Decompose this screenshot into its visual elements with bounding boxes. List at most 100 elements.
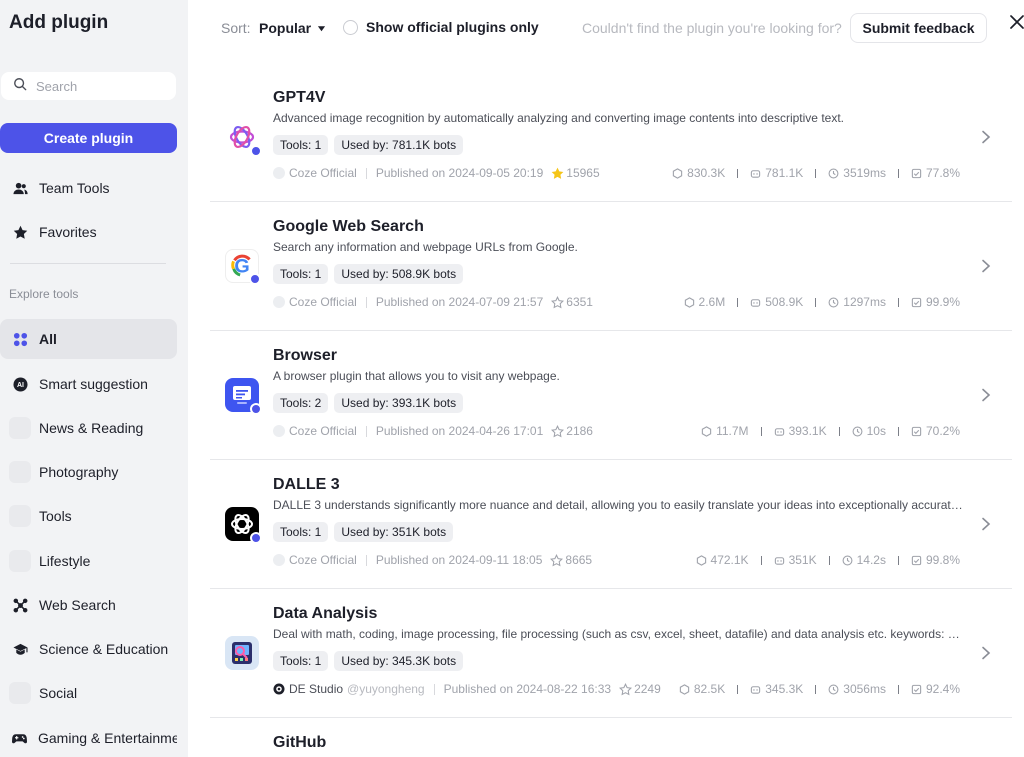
web-search-icon xyxy=(12,597,28,613)
calls-icon xyxy=(679,683,690,695)
create-plugin-button[interactable]: Create plugin xyxy=(0,123,177,153)
stat-success: 99.8% xyxy=(925,553,960,567)
calls-icon xyxy=(684,296,694,308)
sidebar-item-web-search[interactable]: Web Search xyxy=(0,585,177,625)
plugin-card-data-analysis[interactable]: Data Analysis Deal with math, coding, im… xyxy=(210,589,1012,718)
sidebar-item-smart-suggestion[interactable]: AI Smart suggestion xyxy=(0,364,177,404)
used-by-tag: Used by: 393.1K bots xyxy=(334,393,464,413)
stat-latency: 3519ms xyxy=(843,166,886,180)
success-rate-icon xyxy=(911,555,922,565)
toolbar: Sort: Popular Show official plugins only… xyxy=(188,0,1024,56)
published-date: Published on 2024-07-09 21:57 xyxy=(375,295,544,309)
plugin-name: Browser xyxy=(273,347,338,364)
sidebar-item-tools[interactable]: Tools xyxy=(0,496,177,536)
sidebar-item-photography[interactable]: Photography xyxy=(0,452,177,492)
clock-icon xyxy=(828,297,839,307)
sort-dropdown[interactable]: Popular xyxy=(259,20,326,36)
sidebar-item-news-reading[interactable]: News & Reading xyxy=(0,408,177,448)
published-date: Published on 2024-09-11 18:05 xyxy=(375,553,543,567)
used-by-tag: Used by: 345.3K bots xyxy=(334,651,464,671)
calls-icon xyxy=(696,554,706,566)
plugin-description: DALLE 3 understands significantly more n… xyxy=(273,498,963,512)
plugin-card-browser[interactable]: Browser A browser plugin that allows you… xyxy=(210,331,1012,460)
author-name: Coze Official xyxy=(289,166,357,180)
team-icon xyxy=(12,180,28,196)
stat-bots: 508.9K xyxy=(765,295,804,309)
clock-icon xyxy=(828,168,839,178)
search-box[interactable] xyxy=(1,72,176,100)
sidebar-item-label: Web Search xyxy=(39,597,116,613)
grid-icon xyxy=(12,331,28,347)
add-plugin-dialog: Add plugin Create plugin Team Tools Favo… xyxy=(0,0,1024,757)
author-name: Coze Official xyxy=(289,553,357,567)
feedback-hint: Couldn't find the plugin you're looking … xyxy=(582,20,842,36)
sidebar-item-label: Science & Education xyxy=(39,641,169,657)
star-icon xyxy=(12,224,28,240)
sidebar-item-team-tools[interactable]: Team Tools xyxy=(0,168,177,208)
search-input[interactable] xyxy=(36,78,166,94)
close-button[interactable] xyxy=(1009,14,1024,30)
chevron-right-icon[interactable] xyxy=(980,646,992,660)
meta-divider xyxy=(365,167,367,179)
plugin-list: GPT4V Advanced image recognition by auto… xyxy=(210,73,1012,757)
success-rate-icon xyxy=(911,297,922,307)
author-avatar xyxy=(273,554,285,566)
sidebar-item-label: Photography xyxy=(39,464,119,480)
sidebar-item-gaming[interactable]: Gaming & Entertainmer xyxy=(0,718,177,757)
sort-value: Popular xyxy=(259,20,312,36)
star-outline-icon[interactable] xyxy=(551,295,565,309)
search-icon xyxy=(13,77,27,96)
official-badge-icon xyxy=(249,273,261,285)
success-rate-icon xyxy=(911,168,922,178)
chevron-right-icon[interactable] xyxy=(980,130,992,144)
gpt4v-logo xyxy=(225,120,262,157)
plugin-card-github[interactable]: GitHub xyxy=(210,718,1012,757)
tools-count-tag: Tools: 1 xyxy=(273,135,329,155)
meta-divider xyxy=(365,554,367,566)
plugin-description: Advanced image recognition by automatica… xyxy=(273,111,844,125)
sidebar-item-social[interactable]: Social xyxy=(0,673,177,713)
bots-icon xyxy=(751,169,761,178)
chevron-right-icon[interactable] xyxy=(980,388,992,402)
sidebar-item-label: Team Tools xyxy=(39,180,110,196)
sidebar-item-label: Smart suggestion xyxy=(39,376,148,392)
tools-count-tag: Tools: 1 xyxy=(273,522,329,542)
gamepad-icon xyxy=(12,730,27,746)
published-date: Published on 2024-04-26 17:01 xyxy=(375,424,544,438)
stat-latency: 3056ms xyxy=(843,682,886,696)
favorite-count: 2186 xyxy=(566,424,593,438)
favorite-count: 15965 xyxy=(566,166,600,180)
star-outline-icon[interactable] xyxy=(619,682,633,696)
stat-bots: 345.3K xyxy=(765,682,804,696)
used-by-tag: Used by: 508.9K bots xyxy=(334,264,464,284)
plugin-card-gpt4v[interactable]: GPT4V Advanced image recognition by auto… xyxy=(210,73,1012,202)
sidebar-item-label: Gaming & Entertainmer xyxy=(38,730,177,746)
google-logo: G xyxy=(225,249,261,285)
official-badge-icon xyxy=(250,145,262,157)
plugin-name: GitHub xyxy=(273,734,327,751)
close-icon xyxy=(1010,15,1024,29)
sidebar-item-favorites[interactable]: Favorites xyxy=(0,212,177,252)
author-handle[interactable]: @yuyongheng xyxy=(347,682,425,696)
official-only-toggle[interactable]: Show official plugins only xyxy=(343,19,539,35)
plugin-card-google-web-search[interactable]: G Google Web Search Search any informati… xyxy=(210,202,1012,331)
sidebar-item-science-education[interactable]: Science & Education xyxy=(0,629,177,669)
sidebar-item-lifestyle[interactable]: Lifestyle xyxy=(0,541,177,581)
submit-feedback-button[interactable]: Submit feedback xyxy=(850,13,987,43)
chevron-right-icon[interactable] xyxy=(980,517,992,531)
plugin-description: A browser plugin that allows you to visi… xyxy=(273,369,560,383)
star-outline-icon[interactable] xyxy=(550,553,564,567)
plugin-card-dalle-3[interactable]: DALLE 3 DALLE 3 understands significantl… xyxy=(210,460,1012,589)
sidebar-item-all[interactable]: All xyxy=(0,319,177,359)
tools-count-tag: Tools: 1 xyxy=(273,264,329,284)
stat-latency: 10s xyxy=(866,424,886,438)
star-outline-icon[interactable] xyxy=(551,424,565,438)
chevron-right-icon[interactable] xyxy=(980,259,992,273)
sidebar-item-label: Tools xyxy=(39,508,72,524)
author-name: DE Studio xyxy=(289,682,344,696)
official-only-radio[interactable] xyxy=(343,19,358,35)
author-name: Coze Official xyxy=(289,295,357,309)
success-rate-icon xyxy=(911,426,922,436)
author-avatar xyxy=(273,167,285,179)
star-filled-icon[interactable] xyxy=(551,167,564,180)
